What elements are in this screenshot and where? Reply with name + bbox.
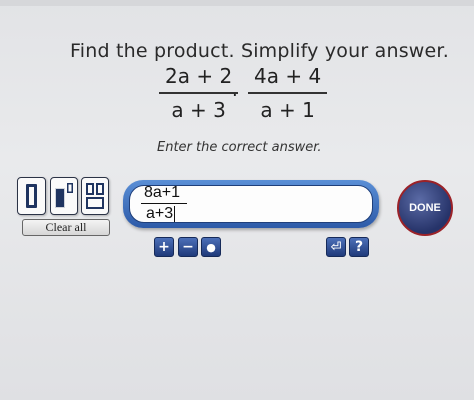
left-numerator: 2a + 2 [165,64,233,88]
fraction-template-icon[interactable] [17,177,46,215]
dot-button[interactable]: ● [201,237,221,257]
left-denominator: a + 3 [171,97,226,122]
right-denominator: a + 1 [260,97,315,122]
exponent-template-icon[interactable] [50,177,78,215]
right-numerator: 4a + 4 [254,64,322,88]
mixed-number-template-icon[interactable] [81,177,109,215]
help-button[interactable]: ? [349,237,369,257]
answer-prompt: Enter the correct answer. [157,140,322,155]
clear-all-button[interactable]: Clear all [22,219,110,236]
answer-denominator-wrap[interactable]: a+3 [141,204,177,223]
multiply-operator: · [232,85,238,106]
top-band [0,0,474,6]
plus-button[interactable]: + [154,237,174,257]
minus-button[interactable]: − [178,237,198,257]
answer-numerator[interactable]: 8a+1 [141,184,182,203]
backspace-button[interactable]: ⏎ [326,237,346,257]
question-heading: Find the product. Simplify your answer. [70,40,449,62]
text-cursor [174,206,176,222]
done-button[interactable]: DONE [397,180,453,236]
left-fraction: 2a + 2 a + 3 [159,64,239,122]
answer-fraction[interactable]: 8a+1 a+3 [141,184,187,223]
answer-denominator[interactable]: a+3 [146,205,173,223]
right-fraction: 4a + 4 a + 1 [248,64,328,122]
